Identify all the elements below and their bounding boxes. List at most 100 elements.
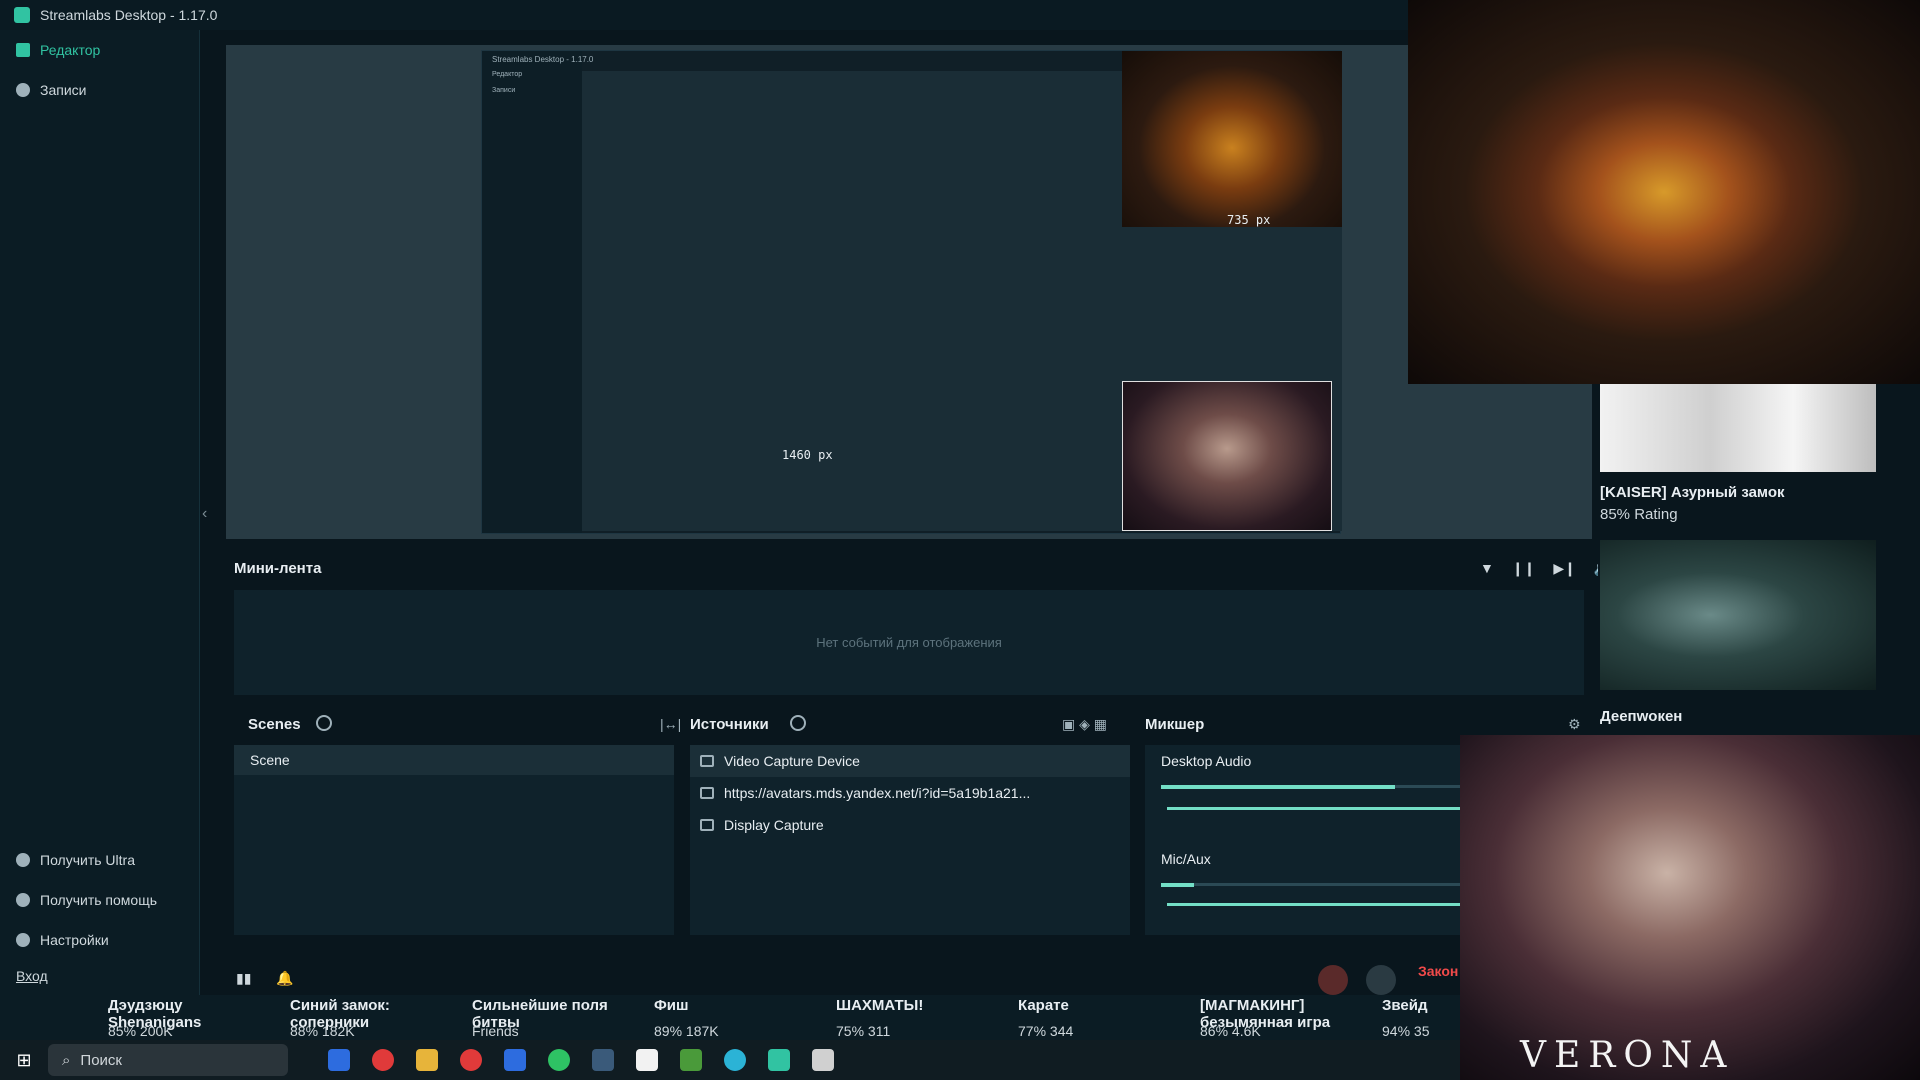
desktop-audio-volume-slider[interactable] xyxy=(1167,807,1461,810)
game-strip-item[interactable]: Фиш 89% 187K xyxy=(646,995,816,1043)
game-strip-item[interactable]: [МАГМАКИНГ] безымянная игра 86% 4.6K xyxy=(1192,995,1362,1043)
game-strip-stats: 75% 311 xyxy=(836,1023,891,1039)
preview-inner-sidebar xyxy=(482,51,582,533)
steam-icon[interactable] xyxy=(592,1049,614,1071)
record-button[interactable] xyxy=(1318,965,1348,995)
folder-icon[interactable] xyxy=(416,1049,438,1071)
mixer-title: Микшер xyxy=(1145,716,1205,733)
settings-button[interactable]: Настройки xyxy=(0,920,199,960)
burger-overlay-image xyxy=(1408,0,1920,384)
game-strip-item[interactable]: Сильнейшие поля битвы Friends xyxy=(464,995,634,1043)
windows-taskbar: ⊞ ⌕ Поиск xyxy=(0,1040,1460,1080)
sidebar-item-label: Записи xyxy=(40,82,87,98)
width-label: 1460 px xyxy=(782,448,833,462)
minecraft-icon[interactable] xyxy=(680,1049,702,1071)
game-card-rating: 85% Rating xyxy=(1600,506,1678,523)
streamlabs-logo-icon xyxy=(14,7,30,23)
roblox-icon[interactable] xyxy=(812,1049,834,1071)
sources-list: Video Capture Device https://avatars.mds… xyxy=(690,745,1130,935)
source-toolbar-icons[interactable]: ▣ ◈ ▦ xyxy=(1062,716,1107,733)
game-card-thumbnail[interactable] xyxy=(1600,540,1876,690)
sources-title: Источники xyxy=(690,716,769,733)
whatsapp-icon[interactable] xyxy=(548,1049,570,1071)
preview-inner-nav-editor: Редактор xyxy=(492,71,523,78)
editor-icon xyxy=(16,43,30,57)
mixer-channel-name: Desktop Audio xyxy=(1161,753,1252,769)
yandex-browser-icon[interactable] xyxy=(460,1049,482,1071)
webcam-icon xyxy=(700,755,714,767)
game-strip-title: ШАХМАТЫ! xyxy=(836,997,924,1014)
replay-buffer-button[interactable] xyxy=(1366,965,1396,995)
preview-burger-image xyxy=(1122,51,1342,227)
login-link[interactable]: Вход xyxy=(0,960,199,1000)
source-label: https://avatars.mds.yandex.net/i?id=5a19… xyxy=(724,785,1031,801)
taskbar-search[interactable]: ⌕ Поиск xyxy=(48,1044,288,1076)
scene-item[interactable]: Scene xyxy=(234,745,674,775)
minifeed-title: Мини-лента xyxy=(234,560,322,577)
sidebar-item-editor[interactable]: Редактор xyxy=(0,30,199,70)
mixer-settings-gear-icon[interactable]: ⚙ xyxy=(1568,716,1581,733)
minifeed-panel: Нет событий для отображения xyxy=(234,590,1584,695)
ultra-icon xyxy=(16,853,30,867)
pause-icon[interactable]: ❙❙ xyxy=(1512,560,1535,577)
add-scene-icon[interactable] xyxy=(316,715,332,731)
source-item[interactable]: Display Capture xyxy=(690,809,1130,841)
windows-start-icon[interactable]: ⊞ xyxy=(0,1040,48,1080)
game-strip-stats: 86% 4.6K xyxy=(1200,1023,1261,1039)
scene-transition-icon[interactable]: |↔| xyxy=(660,716,681,732)
sidebar-item-label: Редактор xyxy=(40,42,101,58)
game-strip-stats: 89% 187K xyxy=(654,1023,719,1039)
go-live-button[interactable]: Закон xyxy=(1418,963,1458,979)
monitor-icon xyxy=(700,819,714,831)
scenes-title: Scenes xyxy=(248,716,301,733)
mic-meter xyxy=(1161,883,1194,887)
mic-volume-slider[interactable] xyxy=(1167,903,1461,906)
performance-icon[interactable]: ▮▮ xyxy=(236,970,251,987)
game-strip-stats: 85% 200K xyxy=(108,1023,173,1039)
get-ultra-button[interactable]: Получить Ultra xyxy=(0,840,199,880)
app-icon[interactable] xyxy=(504,1049,526,1071)
sidebar-item-label: Получить помощь xyxy=(40,892,158,908)
streamlabs-taskbar-icon[interactable] xyxy=(768,1049,790,1071)
source-item[interactable]: https://avatars.mds.yandex.net/i?id=5a19… xyxy=(690,777,1130,809)
edge-icon[interactable] xyxy=(724,1049,746,1071)
collapse-arrow-icon[interactable]: ‹ xyxy=(202,505,207,523)
sidebar-item-recordings[interactable]: Записи xyxy=(0,70,199,110)
desktop-audio-meter xyxy=(1161,785,1395,789)
source-label: Display Capture xyxy=(724,817,824,833)
get-help-button[interactable]: Получить помощь xyxy=(0,880,199,920)
game-strip-title: Фиш xyxy=(654,997,689,1014)
zoom-icon[interactable] xyxy=(328,1049,350,1071)
game-strip-item[interactable]: ШАХМАТЫ! 75% 311 xyxy=(828,995,998,1043)
add-source-icon[interactable] xyxy=(790,715,806,731)
search-icon: ⌕ xyxy=(62,1051,71,1069)
notification-bell-icon[interactable]: 🔔 xyxy=(276,970,293,987)
mixer-channel-name: Mic/Aux xyxy=(1161,851,1211,867)
yandex-icon[interactable] xyxy=(372,1049,394,1071)
mixer-panel: Desktop Audio Mic/Aux xyxy=(1145,745,1465,935)
scenes-list: Scene xyxy=(234,745,674,935)
sidebar: Редактор Записи Получить Ultra Получить … xyxy=(0,30,200,1000)
game-card-title: [KAISER] Азурный замок xyxy=(1600,484,1785,501)
stream-preview[interactable]: Streamlabs Desktop - 1.17.0 Редактор Зап… xyxy=(226,45,1592,539)
preview-webcam-source[interactable] xyxy=(1122,381,1332,531)
taskbar-search-placeholder: Поиск xyxy=(80,1051,122,1069)
sidebar-item-label: Получить Ultra xyxy=(40,852,135,868)
game-strip-item[interactable]: Дэудзюцу Shenanigans 85% 200K xyxy=(100,995,270,1043)
filter-icon[interactable]: ▼ xyxy=(1480,560,1494,577)
file-icon[interactable] xyxy=(636,1049,658,1071)
taskbar-apps xyxy=(328,1049,834,1071)
source-item[interactable]: Video Capture Device xyxy=(690,745,1130,777)
height-label: 735 px xyxy=(1227,213,1271,227)
game-strip-item[interactable]: Синий замок: соперники 88% 182K xyxy=(282,995,452,1043)
game-strip-stats: Friends xyxy=(472,1023,519,1039)
skip-icon[interactable]: ▶❙ xyxy=(1553,560,1576,577)
game-card-thumbnail[interactable] xyxy=(1600,384,1876,472)
game-strip-stats: 77% 344 xyxy=(1018,1023,1074,1039)
help-icon xyxy=(16,893,30,907)
preview-display-capture: Streamlabs Desktop - 1.17.0 Редактор Зап… xyxy=(481,50,1342,534)
game-strip-stats: 94% 35 xyxy=(1382,1023,1430,1039)
webcam-watermark-text: VERONA xyxy=(1520,1035,1735,1076)
game-strip-item[interactable]: Карате 77% 344 xyxy=(1010,995,1180,1043)
window-title: Streamlabs Desktop - 1.17.0 xyxy=(40,7,218,23)
